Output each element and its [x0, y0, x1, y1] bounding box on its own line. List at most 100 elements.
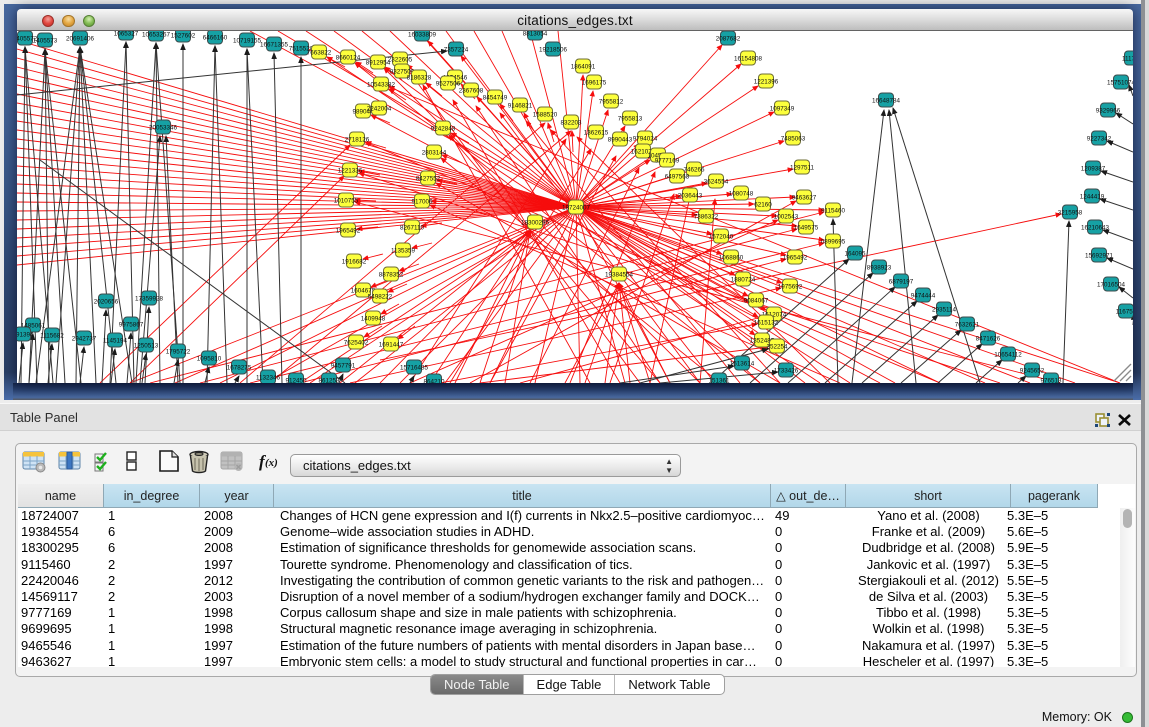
svg-text:20053346: 20053346: [149, 125, 178, 132]
svg-text:9794024: 9794024: [633, 136, 658, 143]
svg-text:8878352: 8878352: [379, 272, 404, 279]
svg-text:9474444: 9474444: [911, 293, 936, 300]
svg-text:912450: 912450: [285, 378, 307, 384]
svg-text:9146821: 9146821: [508, 103, 533, 110]
svg-text:2935114: 2935114: [932, 307, 957, 314]
svg-text:8186328: 8186328: [407, 75, 432, 82]
svg-text:1132346: 1132346: [256, 375, 281, 382]
svg-text:8471626: 8471626: [976, 336, 1001, 343]
svg-text:832203: 832203: [560, 120, 582, 127]
svg-text:1209387: 1209387: [1081, 166, 1106, 173]
svg-text:1649575: 1649575: [794, 225, 819, 232]
svg-text:1880724: 1880724: [731, 277, 756, 284]
svg-text:151361: 151361: [708, 378, 730, 384]
svg-text:6497568: 6497568: [665, 174, 690, 181]
svg-text:8427552: 8427552: [416, 176, 441, 183]
svg-text:8990443: 8990443: [608, 137, 633, 144]
svg-text:9227342: 9227342: [1087, 136, 1112, 143]
svg-text:20691406: 20691406: [66, 36, 95, 43]
svg-text:16033809: 16033809: [408, 32, 437, 39]
svg-text:9242848: 9242848: [431, 126, 456, 133]
svg-text:3624554: 3624554: [704, 179, 729, 186]
svg-text:9463627: 9463627: [792, 195, 817, 202]
svg-text:10719155: 10719155: [233, 38, 262, 45]
svg-text:0899695: 0899695: [821, 239, 846, 246]
svg-text:1362615: 1362615: [584, 130, 609, 137]
svg-text:1513614: 1513614: [730, 361, 755, 368]
svg-text:5498222: 5498222: [368, 294, 393, 301]
svg-text:7663822: 7663822: [307, 50, 332, 57]
svg-text:976513: 976513: [1040, 378, 1062, 384]
svg-text:1527602: 1527602: [171, 33, 196, 40]
svg-text:391394: 391394: [17, 332, 34, 339]
svg-text:1975692: 1975692: [778, 284, 803, 291]
svg-text:8938923: 8938923: [867, 265, 892, 272]
svg-text:1678275: 1678275: [227, 365, 252, 372]
svg-text:746266: 746266: [683, 167, 705, 174]
svg-text:10654112: 10654112: [994, 352, 1022, 359]
svg-text:252254: 252254: [766, 344, 788, 351]
svg-text:1916682: 1916682: [342, 259, 367, 266]
svg-text:8813054: 8813054: [523, 31, 548, 38]
svg-text:1588520: 1588520: [533, 112, 558, 119]
svg-text:7485063: 7485063: [781, 136, 806, 143]
svg-text:1409948: 1409948: [361, 316, 386, 323]
svg-text:2367608: 2367608: [459, 88, 484, 95]
svg-text:1733426: 1733426: [774, 368, 799, 375]
svg-text:7632621: 7632621: [955, 322, 980, 329]
svg-text:1068860: 1068860: [719, 255, 744, 262]
svg-text:1221396: 1221396: [754, 79, 779, 86]
svg-text:8267110: 8267110: [400, 225, 425, 232]
svg-text:1405573: 1405573: [33, 38, 58, 45]
svg-text:16210643: 16210643: [1081, 225, 1110, 232]
svg-text:1795722: 1795722: [166, 349, 191, 356]
svg-text:917006: 917006: [411, 199, 433, 206]
svg-text:2942737: 2942737: [72, 336, 97, 343]
svg-text:15692971: 15692971: [1085, 253, 1114, 260]
svg-text:7625402: 7625402: [344, 340, 369, 347]
svg-text:9777169: 9777169: [655, 158, 680, 165]
svg-text:1221336: 1221336: [338, 168, 363, 175]
svg-text:2803144: 2803144: [422, 150, 447, 157]
svg-text:9527506: 9527506: [436, 81, 461, 88]
svg-text:1002543: 1002543: [774, 214, 799, 221]
svg-text:9329966: 9329966: [1096, 108, 1121, 115]
svg-text:2718126: 2718126: [345, 137, 370, 144]
svg-text:1250513: 1250513: [134, 343, 159, 350]
svg-text:62160: 62160: [754, 202, 772, 209]
svg-text:1097349: 1097349: [770, 106, 795, 113]
svg-text:111753: 111753: [1122, 56, 1133, 63]
svg-text:7955813: 7955813: [618, 116, 643, 123]
svg-text:15716485: 15716485: [400, 365, 429, 372]
svg-text:8454749: 8454749: [483, 95, 508, 102]
svg-text:1696175: 1696175: [582, 80, 607, 87]
svg-text:1095810: 1095810: [197, 356, 222, 363]
svg-text:1691447: 1691447: [379, 342, 404, 349]
svg-text:1010755: 1010755: [334, 198, 359, 205]
svg-text:864210: 864210: [423, 379, 445, 384]
svg-text:10543382: 10543382: [367, 82, 396, 89]
svg-text:10653267: 10653267: [142, 32, 171, 39]
svg-text:8660124: 8660124: [336, 55, 361, 62]
svg-text:7357224: 7357224: [444, 47, 469, 54]
svg-text:19218506: 19218506: [539, 47, 568, 54]
svg-text:2242004: 2242004: [367, 106, 392, 113]
svg-text:16648784: 16648784: [872, 98, 901, 105]
svg-text:16671355: 16671355: [260, 42, 289, 49]
svg-text:2087682: 2087682: [716, 36, 741, 43]
svg-text:15751074: 15751074: [1107, 80, 1133, 87]
svg-text:9084067: 9084067: [744, 298, 769, 305]
svg-text:2322605: 2322605: [388, 57, 413, 64]
svg-text:1572040: 1572040: [709, 234, 734, 241]
svg-text:9975867: 9975867: [119, 322, 144, 329]
svg-text:1965492: 1965492: [783, 255, 808, 262]
svg-text:2036443: 2036443: [678, 193, 703, 200]
svg-text:19384554: 19384554: [605, 272, 634, 279]
svg-text:7955812: 7955812: [599, 99, 624, 106]
svg-text:116753: 116753: [1116, 309, 1133, 316]
svg-text:17359928: 17359928: [135, 296, 164, 303]
svg-text:6879197: 6879197: [889, 279, 914, 286]
svg-text:(x): (x): [265, 457, 278, 469]
svg-text:164095: 164095: [844, 251, 866, 258]
svg-text:1244419: 1244419: [1080, 194, 1105, 201]
